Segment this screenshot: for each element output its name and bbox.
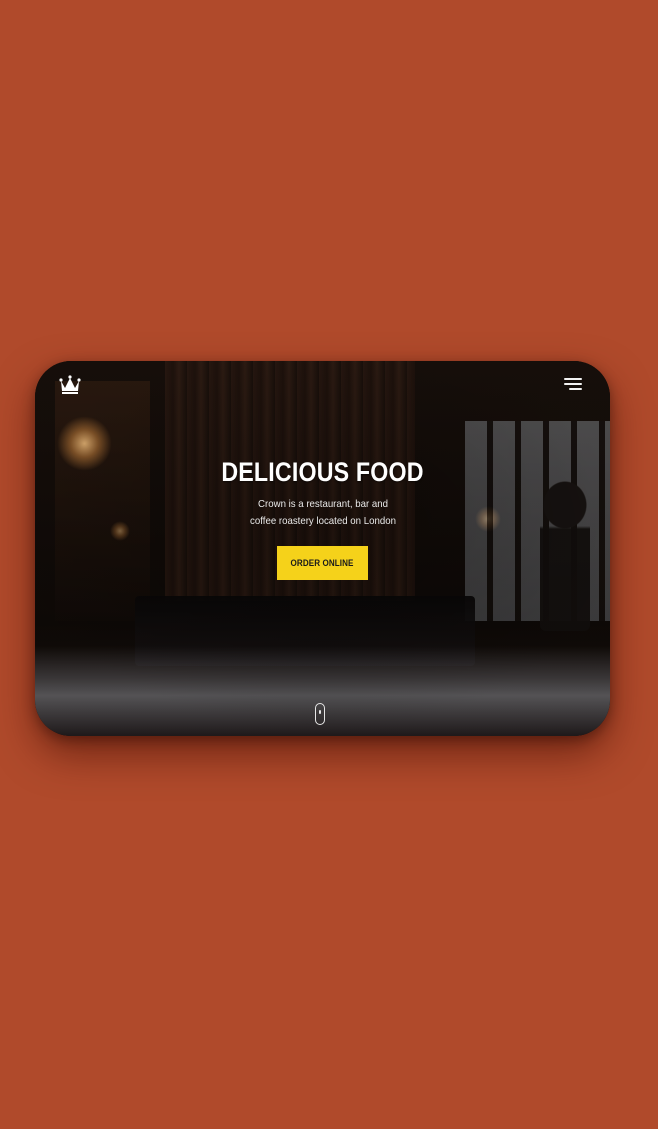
page-background: DELICIOUS FOOD Crown is a restaurant, ba… <box>0 0 658 1129</box>
hero-title: DELICIOUS FOOD <box>221 457 424 487</box>
order-online-button[interactable]: ORDER ONLINE <box>277 546 368 580</box>
hero-content: DELICIOUS FOOD Crown is a restaurant, ba… <box>35 457 610 580</box>
hamburger-menu-icon[interactable] <box>560 375 582 395</box>
order-online-label: ORDER ONLINE <box>291 558 354 569</box>
crown-icon[interactable] <box>59 375 81 395</box>
scroll-dot <box>319 710 321 714</box>
hero-card: DELICIOUS FOOD Crown is a restaurant, ba… <box>35 361 610 736</box>
mouse-scroll-icon[interactable] <box>315 703 325 725</box>
hero-subtitle: Crown is a restaurant, bar and coffee ro… <box>249 498 396 527</box>
